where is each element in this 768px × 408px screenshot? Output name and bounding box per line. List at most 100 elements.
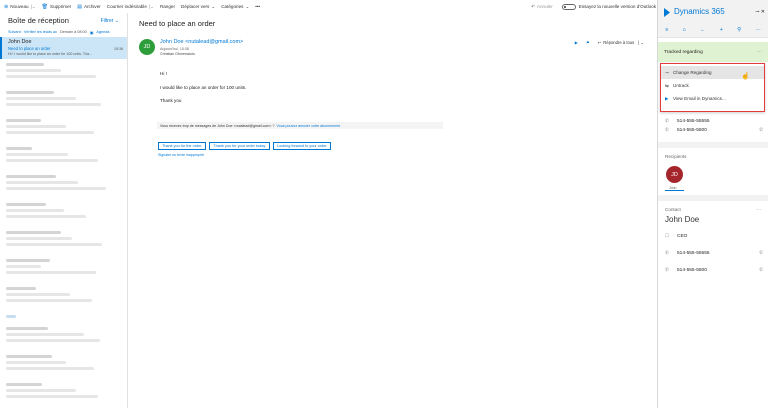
list-item[interactable] bbox=[0, 351, 127, 379]
list-item[interactable] bbox=[0, 323, 127, 351]
body-line: I would like to place an order for 100 u… bbox=[160, 85, 247, 90]
flag-icon[interactable]: ⚑ bbox=[586, 40, 590, 45]
try-new-outlook-label: Essayez la nouvelle version d'Outlook bbox=[578, 4, 656, 9]
phone-row[interactable]: ✆ 514-555-5500 ✆ bbox=[665, 127, 763, 133]
back-arrow-icon[interactable]: ← bbox=[700, 27, 706, 33]
call-icon[interactable]: ✆ bbox=[759, 267, 763, 273]
archive-icon: ▤ bbox=[77, 3, 82, 10]
unsubscribe-link[interactable]: Vous pouvez annuler votre abonnement bbox=[277, 124, 341, 128]
phone-icon: ✆ bbox=[665, 267, 669, 272]
phone-row[interactable]: ✆ 514-555-5500 ✆ bbox=[665, 267, 763, 273]
more-options-icon[interactable]: ··· bbox=[757, 50, 762, 55]
link-icon: ⊸ bbox=[665, 69, 669, 75]
untrack-icon: ⇆ bbox=[665, 82, 669, 88]
reply-all-button[interactable]: ↩ Répondre à tous bbox=[598, 40, 634, 45]
reading-pane: Need to place an order JD John Doe <nuta… bbox=[130, 13, 656, 408]
dynamics-icon: ▶ bbox=[665, 95, 669, 101]
upcoming-event-bar[interactable]: Suivant : Vérifier les leads ac Demain à… bbox=[0, 28, 127, 36]
list-item[interactable] bbox=[0, 311, 127, 323]
suggested-replies: Thank you for the order. Thank you for y… bbox=[158, 142, 334, 150]
menu-item-change-regarding[interactable]: ⊸ Change Regarding ☝ bbox=[661, 66, 764, 80]
new-outlook-toggle[interactable] bbox=[561, 3, 576, 10]
sender-avatar[interactable]: JD bbox=[139, 39, 155, 55]
dynamics-icon[interactable]: ▶ bbox=[575, 40, 578, 45]
suggested-reply-button[interactable]: Thank you for the order. bbox=[158, 142, 207, 150]
email-subject: Need to place an order bbox=[139, 19, 216, 28]
menu-item-untrack[interactable]: ⇆ Untrack bbox=[661, 79, 764, 92]
pin-icon[interactable]: ⊸ bbox=[755, 9, 759, 15]
phone-icon: ✆ bbox=[665, 250, 669, 255]
chevron-down-icon: |⌄ bbox=[30, 3, 36, 9]
calendar-icon: ▣ bbox=[89, 30, 94, 35]
filter-button[interactable]: Filtrer ⌄ bbox=[101, 18, 119, 24]
contact-label: Contact bbox=[665, 207, 681, 212]
call-icon[interactable]: ✆ bbox=[759, 127, 763, 133]
list-item[interactable] bbox=[0, 115, 127, 143]
command-toolbar: ⊕ Nouveau |⌄ 🗑 Supprimer ▤ Archiver Courrier… bbox=[0, 0, 656, 13]
list-item-selected[interactable]: John Doe Need to place an order Hi ! I w… bbox=[0, 37, 127, 59]
dynamics-panel: Dynamics 365 ⊸ ✕ ≡ ⌂ ← + ⚲ ··· Tracked r… bbox=[657, 0, 768, 408]
phone-row[interactable]: ✆ 514-555-55555 bbox=[665, 118, 763, 124]
delete-button[interactable]: 🗑 Supprimer bbox=[42, 4, 72, 10]
recipients-label: Recipients bbox=[665, 154, 687, 159]
list-item[interactable] bbox=[0, 171, 127, 199]
junk-button[interactable]: Courrier indésirable |⌄ bbox=[107, 4, 154, 10]
chevron-down-icon: ⌄ bbox=[211, 3, 216, 9]
chevron-down-icon: |⌄ bbox=[148, 3, 154, 9]
list-item[interactable] bbox=[0, 255, 127, 283]
sent-date: Aujourd'hui, 15:38 bbox=[160, 47, 189, 51]
list-item[interactable] bbox=[0, 199, 127, 227]
message-actions: ▶ ⚑ ↩ Répondre à tous | ⌄ bbox=[567, 40, 644, 45]
recipient-line[interactable]: Christian Ohmenalutu bbox=[160, 52, 195, 56]
panel-controls: ⊸ ✕ bbox=[755, 9, 765, 15]
menu-icon[interactable]: ≡ bbox=[665, 27, 668, 33]
suggested-reply-button[interactable]: Thank you for your order today. bbox=[209, 142, 271, 150]
contact-name[interactable]: John Doe bbox=[665, 215, 699, 224]
list-item[interactable] bbox=[0, 143, 127, 171]
reply-all-icon: ↩ bbox=[597, 40, 602, 45]
contact-more-icon[interactable]: ··· bbox=[756, 207, 761, 213]
body-thanks: Thank you bbox=[160, 98, 182, 103]
undo-button[interactable]: Annuler bbox=[537, 4, 553, 9]
toolbar-right: ↶ Annuler Essayez la nouvelle version d'… bbox=[531, 0, 656, 13]
reply-options-chevron-icon[interactable]: | ⌄ bbox=[638, 40, 644, 45]
list-item[interactable] bbox=[0, 379, 127, 407]
menu-item-view-in-dynamics[interactable]: ▶ View Email in Dynamics... bbox=[661, 92, 764, 105]
dynamics-nav: ≡ ⌂ ← + ⚲ ··· bbox=[658, 23, 768, 38]
move-to-button[interactable]: Déplacer vers ⌄ bbox=[181, 4, 215, 10]
close-icon[interactable]: ✕ bbox=[761, 9, 765, 15]
sweep-button[interactable]: Ranger bbox=[160, 4, 175, 9]
dynamics-header: Dynamics 365 ⊸ ✕ bbox=[658, 0, 768, 23]
add-icon[interactable]: + bbox=[720, 27, 723, 33]
new-button[interactable]: ⊕ Nouveau |⌄ bbox=[4, 4, 36, 10]
more-icon[interactable]: ··· bbox=[755, 27, 761, 33]
plus-icon: ⊕ bbox=[4, 3, 9, 10]
list-item[interactable] bbox=[0, 227, 127, 255]
list-item[interactable] bbox=[0, 283, 127, 311]
dynamics-logo-icon bbox=[664, 8, 670, 17]
unsubscribe-notice: Vous recevez trop de messages de John Do… bbox=[157, 122, 443, 129]
message-list-pane: Boîte de réception Filtrer ⌄ Suivant : V… bbox=[0, 13, 128, 408]
home-icon[interactable]: ⌂ bbox=[683, 27, 686, 33]
phone-row[interactable]: ✆ 514-555-55555 ✆ bbox=[665, 250, 763, 256]
more-button[interactable]: ••• bbox=[255, 4, 260, 9]
badge-icon: ☐ bbox=[665, 233, 670, 238]
recipient-avatar[interactable]: JD bbox=[666, 166, 683, 183]
categories-button[interactable]: Catégories ⌄ bbox=[221, 4, 249, 10]
dynamics-title: Dynamics 365 bbox=[674, 7, 725, 16]
call-icon[interactable]: ✆ bbox=[759, 250, 763, 256]
archive-button[interactable]: ▤ Archiver bbox=[77, 4, 101, 10]
report-link[interactable]: Signaler un texte inapproprié bbox=[158, 153, 204, 157]
phone-icon: ✆ bbox=[665, 127, 669, 132]
tracked-regarding-bar[interactable]: Tracked regarding ··· bbox=[658, 42, 768, 62]
sender-name[interactable]: John Doe <nutalead@gmail.com> bbox=[160, 39, 243, 45]
search-icon[interactable]: ⚲ bbox=[737, 27, 741, 33]
undo-icon: ↶ bbox=[531, 3, 535, 9]
list-item[interactable] bbox=[0, 87, 127, 115]
list-item[interactable] bbox=[0, 59, 127, 87]
phone-icon: ✆ bbox=[665, 118, 669, 123]
list-header: Boîte de réception Filtrer ⌄ bbox=[0, 13, 127, 28]
job-title-row: ☐ CEO bbox=[665, 233, 688, 239]
chevron-down-icon: ⌄ bbox=[245, 3, 250, 9]
suggested-reply-button[interactable]: Looking forward to your order. bbox=[273, 142, 332, 150]
